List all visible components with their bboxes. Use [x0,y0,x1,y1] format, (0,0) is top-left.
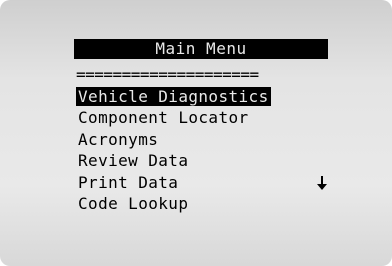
menu-item-review-data[interactable]: Review Data [76,150,332,171]
menu-item-label: Component Locator [78,108,249,128]
lcd-screen: Main Menu ==================== Vehicle D… [0,0,392,266]
menu-item-code-lookup[interactable]: Code Lookup [76,193,332,214]
menu-item-label: Code Lookup [78,193,189,213]
menu-title: Main Menu [74,39,328,59]
menu-item-component-locator[interactable]: Component Locator [76,107,332,128]
title-separator: ==================== [76,66,259,84]
menu-item-label: Print Data [78,172,179,192]
menu-item-vehicle-diagnostics[interactable]: Vehicle Diagnostics [76,86,332,107]
down-arrow-icon[interactable] [316,175,328,191]
menu-item-label: Vehicle Diagnostics [76,87,271,106]
menu-item-print-data[interactable]: Print Data [76,172,332,193]
menu-item-acronyms[interactable]: Acronyms [76,129,332,150]
menu-item-label: Review Data [78,151,189,171]
menu-item-label: Acronyms [78,129,159,149]
menu-list: Vehicle Diagnostics Component Locator Ac… [76,86,332,214]
